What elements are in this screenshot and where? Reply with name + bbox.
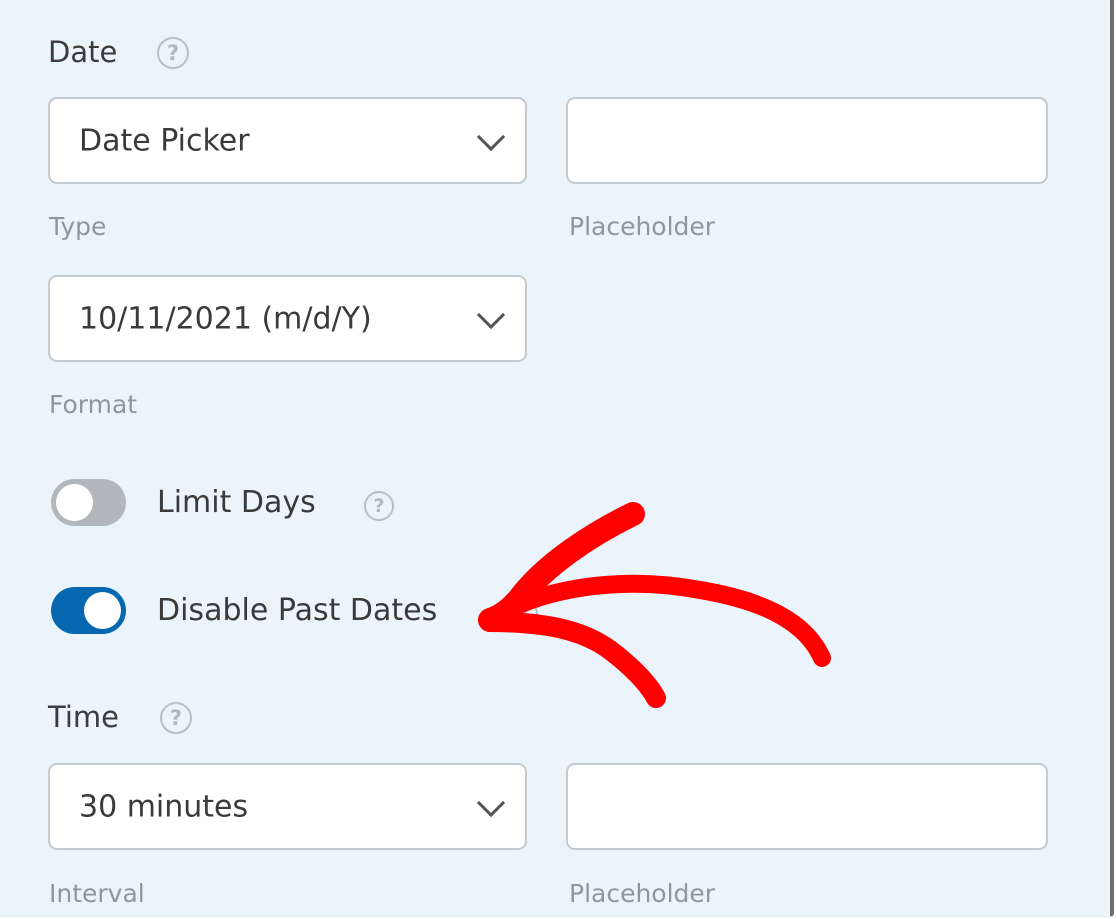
chevron-down-icon	[476, 788, 506, 817]
disable-past-dates-label: Disable Past Dates	[157, 593, 438, 628]
limit-days-label: Limit Days	[157, 485, 316, 520]
field-options-panel: Date ? Date Picker Type Placeholder 10/1…	[0, 0, 1114, 917]
disable-past-dates-toggle[interactable]	[51, 587, 126, 634]
limit-days-toggle[interactable]	[51, 479, 126, 526]
date-format-select-value: 10/11/2021 (m/d/Y)	[79, 301, 372, 336]
date-type-select-value: Date Picker	[79, 123, 250, 158]
date-placeholder-label: Placeholder	[569, 212, 716, 241]
time-section-title: Time	[48, 700, 119, 734]
date-format-label: Format	[49, 390, 138, 419]
toggle-knob	[56, 484, 93, 521]
time-interval-label: Interval	[49, 879, 145, 908]
date-placeholder-input[interactable]	[566, 97, 1048, 184]
time-placeholder-label: Placeholder	[569, 879, 716, 908]
date-section-title: Date	[48, 35, 118, 69]
time-interval-select[interactable]: 30 minutes	[48, 763, 527, 850]
date-format-select[interactable]: 10/11/2021 (m/d/Y)	[48, 275, 527, 362]
time-placeholder-input[interactable]	[566, 763, 1048, 850]
time-help-icon[interactable]: ?	[160, 702, 192, 734]
disable-past-dates-help-icon[interactable]: ?	[508, 599, 538, 629]
date-type-label: Type	[49, 212, 107, 241]
time-interval-select-value: 30 minutes	[79, 789, 249, 824]
limit-days-help-icon[interactable]: ?	[364, 491, 394, 521]
toggle-knob	[84, 592, 121, 629]
date-help-icon[interactable]: ?	[157, 37, 189, 69]
date-type-select[interactable]: Date Picker	[48, 97, 527, 184]
chevron-down-icon	[476, 300, 506, 329]
chevron-down-icon	[476, 122, 506, 151]
